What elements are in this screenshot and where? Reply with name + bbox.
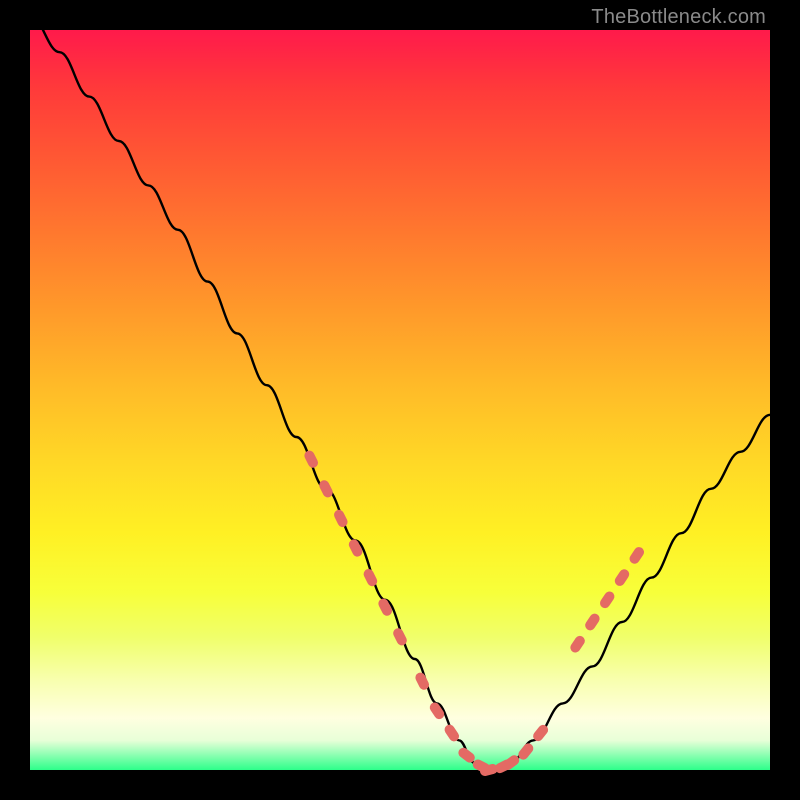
curve-marker (318, 479, 335, 500)
chart-frame: TheBottleneck.com (0, 0, 800, 800)
curve-marker (332, 508, 349, 529)
marker-cluster-right (568, 545, 646, 654)
curve-marker (568, 634, 586, 655)
curve-marker (598, 590, 616, 611)
marker-cluster-left (303, 449, 409, 647)
curve-marker (516, 741, 535, 761)
marker-cluster-valley (414, 671, 550, 777)
curve-marker (628, 545, 646, 566)
curve-marker (392, 627, 409, 648)
curve-marker (303, 449, 320, 470)
bottleneck-curve (30, 15, 770, 770)
curve-marker (362, 567, 379, 588)
plot-area (30, 30, 770, 770)
watermark-text: TheBottleneck.com (591, 6, 766, 29)
curve-marker (613, 567, 631, 588)
curve-marker (583, 612, 601, 633)
chart-svg (30, 30, 770, 770)
